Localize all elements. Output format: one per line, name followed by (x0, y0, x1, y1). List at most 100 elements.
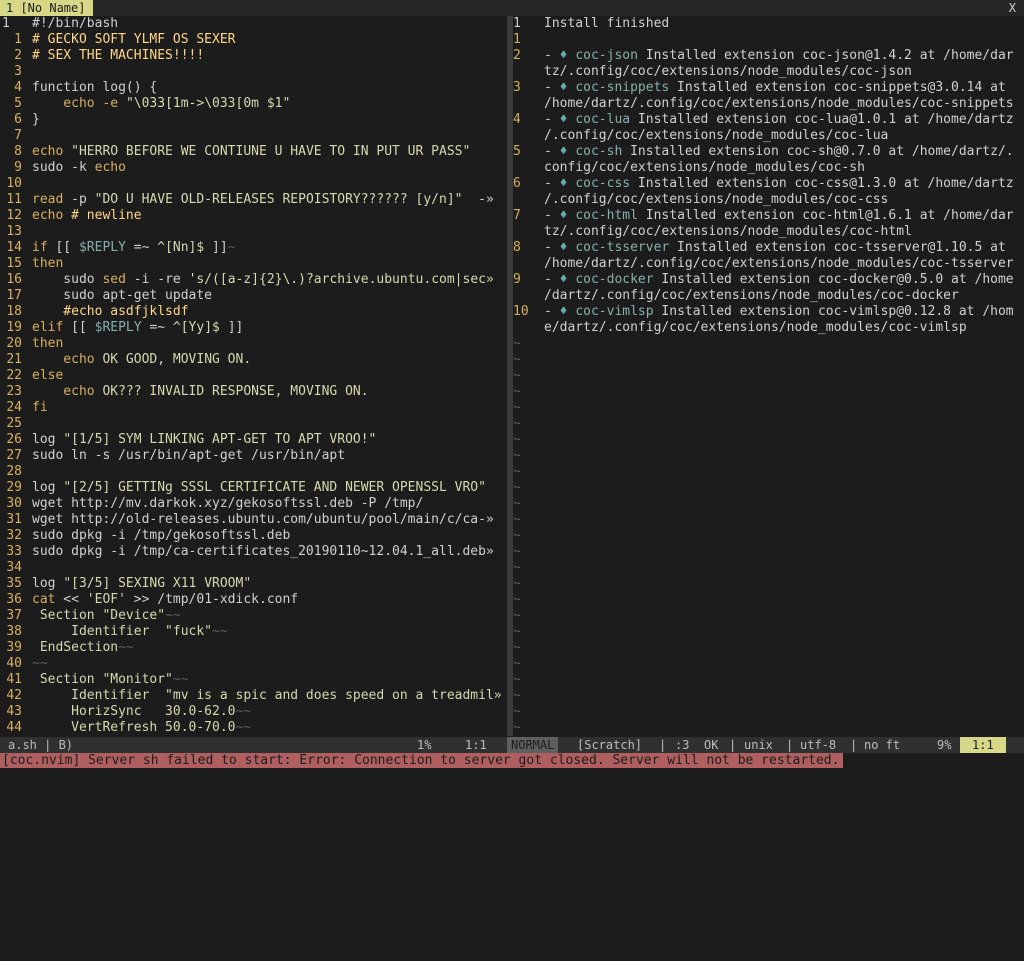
code-token: ♦ (559, 272, 576, 287)
code-line[interactable]: 8 - ♦ coc-tsserver Installed extension co… (513, 240, 1024, 256)
code-line[interactable]: 42 Identifier "mv is a spic and does spe… (0, 688, 507, 704)
code-line[interactable]: 13 (0, 224, 507, 240)
tab-no-name[interactable]: 1 [No Name] (0, 0, 94, 16)
code-line[interactable]: 19 elif [[ $REPLY =~ ^[Yy]$ ]] (0, 320, 507, 336)
code-line[interactable]: 40 ~~ (0, 656, 507, 672)
status-filetype: no ft (864, 738, 901, 752)
code-line[interactable]: /dartz/.config/coc/extensions/node_modul… (513, 288, 1024, 304)
code-line[interactable]: /home/dartz/.config/coc/extensions/node_… (513, 96, 1024, 112)
code-token: elif (32, 320, 64, 335)
code-line[interactable]: e/dartz/.config/coc/extensions/node_modu… (513, 320, 1024, 336)
code-line[interactable]: 30 wget http://mv.darkok.xyz/gekosoftssl.… (0, 496, 507, 512)
command-line[interactable]: [coc.nvim] Server sh failed to start: Er… (0, 753, 1024, 768)
code-line[interactable]: 14 if [[ $REPLY =~ ^[Nn]$ ]]~ (0, 240, 507, 256)
code-line[interactable]: 3 (0, 64, 507, 80)
right-scratch-pane[interactable]: 1 Install finished 1 2- ♦ coc-json Installe… (513, 16, 1024, 736)
code-line[interactable]: 5 echo -e "\033[1m->\033[0m $1" (0, 96, 507, 112)
code-line[interactable]: 23 echo OK??? INVALID RESPONSE, MOVING O… (0, 384, 507, 400)
code-line[interactable]: 24 fi (0, 400, 507, 416)
code-token: echo (94, 160, 126, 175)
line-content: log "[3/5] SEXING X11 VROOM" (32, 576, 251, 592)
code-line[interactable]: config/coc/extensions/node_modules/coc-s… (513, 160, 1024, 176)
code-line[interactable]: 22 else (0, 368, 507, 384)
code-line[interactable]: 9 - ♦ coc-docker Installed extension coc-… (513, 272, 1024, 288)
tilde-marker: ~ (513, 544, 521, 559)
code-line[interactable]: 4 - ♦ coc-lua Installed extension coc-lua… (513, 112, 1024, 128)
code-line[interactable]: 1 # GECKO SOFT YLMF OS SEXER (0, 32, 507, 48)
code-line[interactable]: 10- ♦ coc-vimlsp Installed extension coc… (513, 304, 1024, 320)
code-line[interactable]: 29 log "[2/5] GETTINg SSSL CERTIFICATE AN… (0, 480, 507, 496)
code-token: Install finished (544, 16, 670, 31)
code-token: ♦ (559, 176, 576, 191)
line-number: 30 (6, 496, 22, 511)
line-number: 1 (14, 32, 22, 47)
code-line[interactable]: 15 then (0, 256, 507, 272)
code-line[interactable]: tz/.config/coc/extensions/node_modules/c… (513, 64, 1024, 80)
code-line[interactable]: 28 (0, 464, 507, 480)
code-line[interactable]: 35 log "[3/5] SEXING X11 VROOM" (0, 576, 507, 592)
line-content: sudo sed -i -re 's/([a-z]{2}\.)?archive.… (32, 272, 494, 288)
code-line[interactable]: 21 echo OK GOOD, MOVING ON. (0, 352, 507, 368)
code-line[interactable]: 25 (0, 416, 507, 432)
code-line[interactable]: 1 Install finished (513, 16, 1024, 32)
code-token: -e (94, 96, 126, 111)
code-line[interactable]: 4 function log() { (0, 80, 507, 96)
code-line[interactable]: 16 sudo sed -i -re 's/([a-z]{2}\.)?archi… (0, 272, 507, 288)
code-line[interactable]: 9 sudo -k echo (0, 160, 507, 176)
tilde-marker: ~ (513, 384, 521, 399)
tilde-marker: ~ (513, 480, 521, 495)
code-line[interactable]: 26 log "[1/5] SYM LINKING APT-GET TO APT … (0, 432, 507, 448)
code-line[interactable]: 2 # SEX THE MACHINES!!!! (0, 48, 507, 64)
code-token: >> /tmp/01-xdick.conf (125, 592, 299, 607)
code-line[interactable]: 39 EndSection~~ (0, 640, 507, 656)
code-line[interactable]: 2 - ♦ coc-json Installed extension coc-js… (513, 48, 1024, 64)
line-content: tz/.config/coc/extensions/node_modules/c… (544, 64, 912, 80)
line-content: fi (32, 400, 48, 416)
line-number: 10 (513, 304, 529, 319)
code-line[interactable]: 8 echo "HERRO BEFORE WE CONTIUNE U HAVE T… (0, 144, 507, 160)
code-line[interactable]: 5 - ♦ coc-sh Installed extension coc-sh@0… (513, 144, 1024, 160)
code-line[interactable]: 6} (0, 112, 507, 128)
code-line[interactable]: 27 sudo ln -s /usr/bin/apt-get /usr/bin/a… (0, 448, 507, 464)
code-line[interactable]: 36 cat << 'EOF' >> /tmp/01-xdick.conf (0, 592, 507, 608)
line-content: echo "HERRO BEFORE WE CONTIUNE U HAVE TO… (32, 144, 470, 160)
code-line[interactable]: 37 Section "Device"~~ (0, 608, 507, 624)
code-line[interactable]: /.config/coc/extensions/node_modules/coc… (513, 128, 1024, 144)
code-line[interactable]: 38 Identifier "fuck"~~ (0, 624, 507, 640)
code-line[interactable]: 41 Section "Monitor"~~ (0, 672, 507, 688)
line-number: 28 (6, 464, 22, 479)
line-content: - ♦ coc-json Installed extension coc-jso… (544, 48, 1014, 64)
code-line[interactable]: 1 (513, 32, 1024, 48)
code-line[interactable]: 18 #echo asdfjklsdf (0, 304, 507, 320)
code-line[interactable]: 6 - ♦ coc-css Installed extension coc-css… (513, 176, 1024, 192)
code-token: - (544, 176, 560, 191)
code-token: ♦ (559, 240, 576, 255)
empty-line-marker: ~ (513, 368, 1024, 384)
line-content: wget http://mv.darkok.xyz/gekosoftssl.de… (32, 496, 423, 512)
code-line[interactable]: 32 sudo dpkg -i /tmp/gekosoftssl.deb (0, 528, 507, 544)
close-tab-button[interactable]: X (1009, 0, 1016, 16)
left-editor-pane[interactable]: 1 #!/bin/bash 1 # GECKO SOFT YLMF OS SEXER 2… (0, 16, 507, 736)
code-line[interactable]: tz/.config/coc/extensions/node_modules/c… (513, 224, 1024, 240)
code-line[interactable]: 44 VertRefresh 50.0-70.0~~ (0, 720, 507, 736)
line-content: EndSection~~ (32, 640, 134, 656)
code-line[interactable]: 1 #!/bin/bash (0, 16, 507, 32)
code-line[interactable]: 34 (0, 560, 507, 576)
code-token: sudo (32, 272, 103, 287)
code-token: Installed extension coc-css@1.3.0 at /ho… (630, 176, 1014, 191)
code-line[interactable]: /.config/coc/extensions/node_modules/coc… (513, 192, 1024, 208)
code-line[interactable]: 7 (0, 128, 507, 144)
code-line[interactable]: 31 wget http://old-releases.ubuntu.com/ub… (0, 512, 507, 528)
code-line[interactable]: 17 sudo apt-get update (0, 288, 507, 304)
code-token: OK GOOD, MOVING ON. (94, 352, 252, 367)
code-line[interactable]: 33 sudo dpkg -i /tmp/ca-certificates_2019… (0, 544, 507, 560)
code-line[interactable]: 11 read -p "DO U HAVE OLD-RELEASES REPOIS… (0, 192, 507, 208)
code-line[interactable]: 12 echo # newline (0, 208, 507, 224)
code-line[interactable]: 10 (0, 176, 507, 192)
code-line[interactable]: 7 - ♦ coc-html Installed extension coc-ht… (513, 208, 1024, 224)
code-line[interactable]: 3 - ♦ coc-snippets Installed extension co… (513, 80, 1024, 96)
status-filename: a.sh | B) (8, 738, 74, 752)
code-line[interactable]: /home/dartz/.config/coc/extensions/node_… (513, 256, 1024, 272)
code-line[interactable]: 43 HorizSync 30.0-62.0~~ (0, 704, 507, 720)
code-line[interactable]: 20 then (0, 336, 507, 352)
